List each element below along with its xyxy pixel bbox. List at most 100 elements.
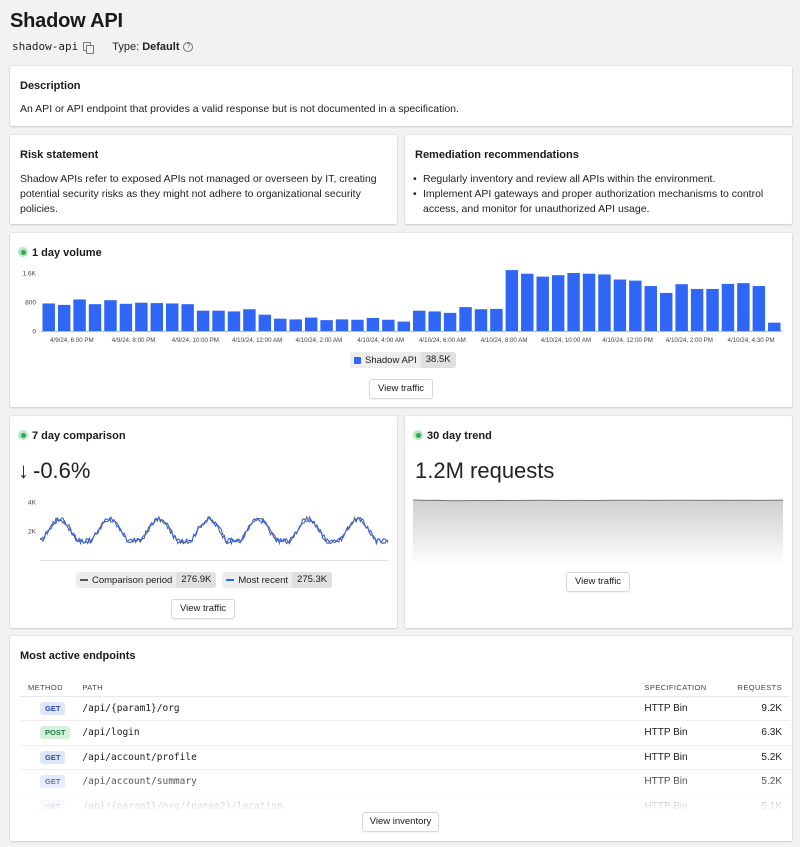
x-tick-label: 4/9/24, 6:00 PM	[50, 337, 94, 344]
description-title: Description	[20, 80, 81, 92]
volume-bar	[459, 307, 472, 331]
path-cell[interactable]: /api/{param1}/org	[70, 696, 641, 721]
risk-card: Risk statement Shadow APIs refer to expo…	[10, 135, 397, 224]
requests-cell: 5.2K	[725, 769, 790, 795]
method-badge: GET	[40, 775, 66, 789]
trend-headline: 1.2M requests	[415, 458, 555, 483]
legend-item-most-recent[interactable]: Most recent 275.3K	[222, 572, 333, 588]
legend-swatch	[226, 579, 235, 581]
remediation-list: Regularly inventory and review all APIs …	[413, 172, 783, 217]
trend-line	[413, 499, 783, 502]
most-recent-line	[39, 515, 389, 546]
x-tick-label: 4/10/24, 6:00 AM	[419, 337, 466, 344]
method-badge: GET	[40, 701, 66, 715]
method-cell: POST	[20, 720, 71, 746]
table-row[interactable]: POST/api/login HTTP Bin 6.3K	[20, 720, 790, 746]
volume-bar	[57, 304, 71, 331]
table-row[interactable]: GET/api/{param1}/org HTTP Bin 9.2K	[20, 696, 790, 721]
method-badge: GET	[40, 750, 66, 764]
table-row[interactable]: GET/api/account/profile HTTP Bin 5.2K	[20, 745, 790, 770]
x-tick-label: 4/10/24, 12:00 AM	[232, 337, 282, 344]
volume-bar	[227, 311, 241, 331]
volume-bar	[675, 284, 688, 331]
copy-icon[interactable]	[83, 41, 95, 54]
view-inventory-button[interactable]: View inventory	[362, 812, 439, 832]
volume-bar	[196, 310, 210, 331]
trend-area	[413, 500, 783, 566]
view-traffic-button[interactable]: View traffic	[171, 599, 235, 619]
legend-value: 276.9K	[176, 572, 217, 588]
legend-value: 38.5K	[420, 352, 456, 368]
remediation-item: Regularly inventory and review all APIs …	[413, 172, 783, 187]
legend-swatch	[354, 356, 361, 364]
arrow-down-icon: ↓	[18, 458, 29, 483]
path-cell[interactable]: /api/account/profile	[70, 745, 641, 770]
volume-bar	[551, 275, 565, 331]
legend-label: Comparison period	[92, 574, 173, 586]
column-method[interactable]: METHOD	[20, 680, 71, 697]
column-specification[interactable]: SPECIFICATION	[640, 680, 726, 697]
volume-bar	[397, 321, 410, 331]
trend-area-chart	[413, 499, 783, 566]
volume-bar	[382, 319, 395, 331]
subheader: shadow-api Type: Default ?	[12, 40, 194, 54]
comparison-card: 7 day comparison ↓ -0.6% 4K 2K Comparison …	[10, 416, 397, 628]
method-badge: POST	[40, 726, 71, 740]
volume-bar	[629, 280, 642, 331]
status-dot-icon	[413, 430, 423, 440]
view-traffic-button[interactable]: View traffic	[566, 572, 630, 592]
volume-bar	[644, 286, 657, 331]
volume-bar	[135, 302, 148, 331]
volume-title: 1 day volume	[18, 247, 102, 259]
legend-value: 275.3K	[292, 572, 333, 588]
volume-bar	[150, 303, 163, 331]
remediation-item: Implement API gateways and proper author…	[413, 187, 783, 217]
x-tick-label: 4/9/24, 8:00 PM	[112, 337, 156, 344]
type-label-text: Type:	[112, 40, 140, 53]
comparison-legend: Comparison period 276.9K Most recent 275…	[76, 572, 338, 588]
table-header-row: METHOD PATH SPECIFICATION REQUESTS	[20, 680, 790, 697]
x-tick-label: 4/10/24, 10:00 AM	[541, 337, 591, 344]
column-path[interactable]: PATH	[70, 680, 641, 697]
volume-title-text: 1 day volume	[32, 247, 102, 259]
comparison-change: ↓ -0.6%	[18, 458, 90, 484]
table-row[interactable]: GET/api/account/summary HTTP Bin 5.2K	[20, 769, 790, 795]
legend-item-comparison-period[interactable]: Comparison period 276.9K	[76, 572, 217, 588]
volume-bar	[768, 322, 781, 331]
path-cell[interactable]: /api/account/summary	[70, 769, 641, 795]
volume-bar	[274, 318, 287, 331]
help-icon[interactable]: ?	[183, 41, 194, 52]
type-label: Type: Default	[112, 41, 179, 53]
risk-title: Risk statement	[20, 149, 99, 161]
volume-bar	[536, 276, 549, 331]
page-title: Shadow API	[10, 10, 123, 32]
volume-bar	[88, 304, 102, 331]
column-requests[interactable]: REQUESTS	[725, 680, 790, 697]
volume-bar	[613, 279, 627, 331]
legend-label: Shadow API	[365, 354, 417, 366]
x-tick-label: 4/10/24, 8:00 AM	[481, 337, 528, 344]
volume-bar	[598, 274, 611, 331]
volume-bar	[443, 312, 457, 331]
volume-bar	[243, 309, 256, 331]
x-tick-label: 4/10/24, 2:00 PM	[666, 337, 713, 344]
requests-cell: 6.3K	[725, 720, 790, 746]
endpoints-table-body: GET/api/{param1}/org HTTP Bin 9.2K POST/api…	[20, 696, 790, 819]
volume-bar	[474, 309, 488, 331]
volume-bar	[351, 319, 364, 331]
method-badge: GET	[40, 799, 66, 813]
volume-bar	[582, 273, 596, 331]
volume-bar	[320, 320, 333, 331]
volume-bar	[690, 288, 704, 331]
volume-bar	[567, 273, 580, 331]
path-cell[interactable]: /api/{param1}/org/{param2}/location	[70, 794, 641, 819]
y-tick-label: 2K	[28, 529, 37, 536]
path-cell[interactable]: /api/login	[70, 720, 641, 746]
spec-cell: HTTP Bin	[640, 769, 726, 795]
endpoints-card: Most active endpoints METHOD PATH SPECIF…	[10, 636, 792, 841]
legend-item-shadow-api[interactable]: Shadow API 38.5K	[350, 352, 456, 368]
volume-bar	[335, 319, 349, 331]
volume-bar	[521, 273, 534, 331]
view-traffic-button[interactable]: View traffic	[369, 379, 433, 399]
comparison-title-text: 7 day comparison	[32, 430, 126, 442]
